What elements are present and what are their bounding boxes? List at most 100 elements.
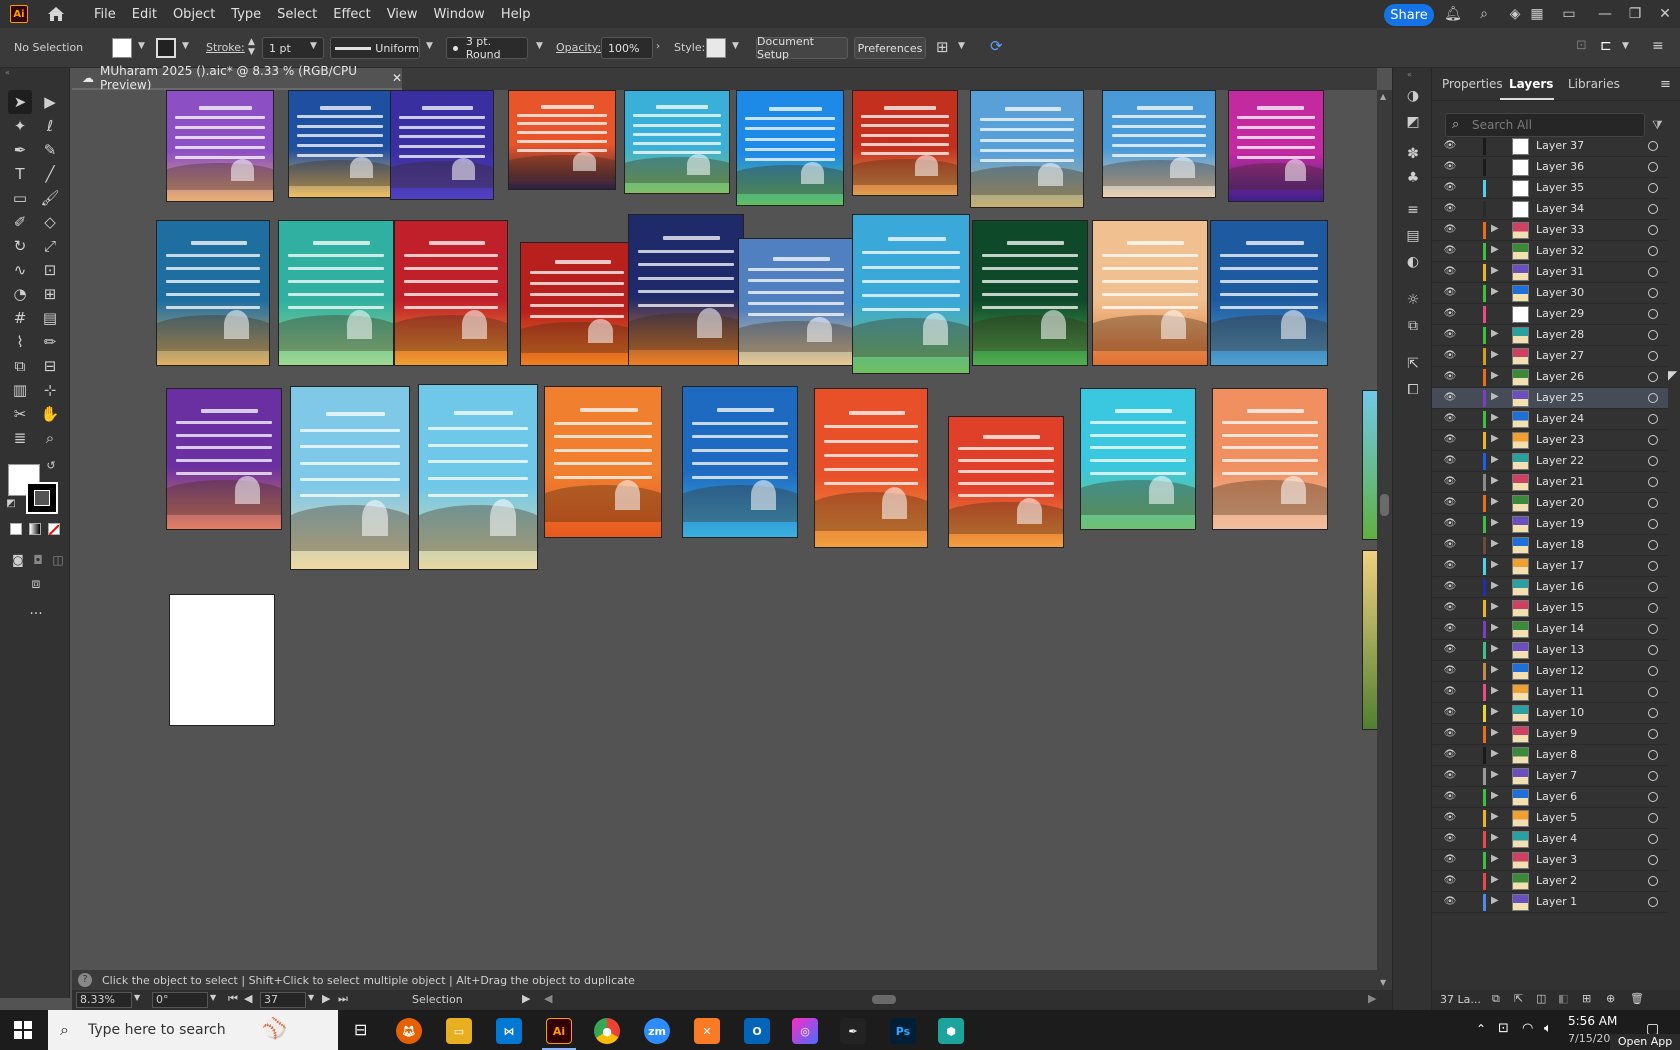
layer-target-icon[interactable] <box>1648 225 1658 235</box>
stepper-icon[interactable]: ▲ ▼ <box>248 37 255 57</box>
visibility-eye-icon[interactable]: 👁︎ <box>1443 580 1457 594</box>
artboard-thumbnail[interactable] <box>520 242 634 366</box>
layer-name[interactable]: Layer 26 <box>1536 370 1584 383</box>
layer-row[interactable]: 👁︎ ▶ Layer 10 <box>1432 703 1668 724</box>
layer-name[interactable]: Layer 1 <box>1536 895 1577 908</box>
layer-row[interactable]: 👁︎ Layer 34 <box>1432 199 1668 220</box>
visibility-eye-icon[interactable]: 👁︎ <box>1443 244 1457 258</box>
transparency-icon[interactable]: ◐ <box>1403 252 1423 272</box>
wifi-icon[interactable]: ◠ <box>1522 1021 1533 1036</box>
menu-help[interactable]: Help <box>493 7 539 22</box>
vscode-icon[interactable]: ⋈ <box>496 1018 522 1044</box>
shaper-tool-icon[interactable]: ✐ <box>8 210 32 234</box>
maximize-icon[interactable]: ❐ <box>1626 5 1644 23</box>
zoom-app-icon[interactable]: zm <box>644 1018 670 1044</box>
xampp-icon[interactable]: ✕ <box>694 1018 720 1044</box>
layer-name[interactable]: Layer 19 <box>1536 517 1584 530</box>
gradient-mode-icon[interactable] <box>29 523 41 535</box>
stroke-icon[interactable]: ≡ <box>1403 200 1423 220</box>
visibility-eye-icon[interactable]: 👁︎ <box>1443 874 1457 888</box>
layer-name[interactable]: Layer 3 <box>1536 853 1577 866</box>
app-hex-icon[interactable]: ⬢ <box>938 1018 964 1044</box>
gradient-icon[interactable]: ▤ <box>1403 226 1423 246</box>
layer-name[interactable]: Layer 28 <box>1536 328 1584 341</box>
layer-target-icon[interactable] <box>1648 183 1658 193</box>
free-transform-tool-icon[interactable]: ⊡ <box>38 258 62 282</box>
color-mode-icon[interactable] <box>10 523 22 535</box>
expand-layer-icon[interactable]: ▶ <box>1491 580 1499 591</box>
menu-file[interactable]: File <box>86 7 124 22</box>
expand-layer-icon[interactable]: ▶ <box>1491 727 1499 738</box>
layer-name[interactable]: Layer 6 <box>1536 790 1577 803</box>
layer-target-icon[interactable] <box>1648 876 1658 886</box>
layer-name[interactable]: Layer 18 <box>1536 538 1584 551</box>
chevron-down-icon[interactable]: ▼ <box>182 41 189 51</box>
windows-start-icon[interactable] <box>14 1021 32 1042</box>
opacity-label[interactable]: Opacity: <box>556 41 601 54</box>
artboard-thumbnail[interactable] <box>970 90 1084 208</box>
expand-layer-icon[interactable]: ▶ <box>1491 664 1499 675</box>
visibility-eye-icon[interactable]: 👁︎ <box>1443 412 1457 426</box>
rotate-tool-icon[interactable]: ↻ <box>8 234 32 258</box>
color-icon[interactable]: ◑ <box>1403 86 1423 106</box>
layer-target-icon[interactable] <box>1648 141 1658 151</box>
artboard-thumbnail[interactable] <box>390 90 494 200</box>
artboard-thumbnail[interactable] <box>418 384 538 570</box>
appearance-icon[interactable]: ☼ <box>1403 290 1423 310</box>
new-layer-icon[interactable]: ⊕ <box>1606 992 1615 1005</box>
pen-tool-icon[interactable]: ✒ <box>8 138 32 162</box>
expand-layer-icon[interactable]: ▶ <box>1491 643 1499 654</box>
vertical-scrollbar[interactable]: ▲ ▼ <box>1377 90 1392 990</box>
layer-row[interactable]: 👁︎ ▶ Layer 19 <box>1432 514 1668 535</box>
stroke-profile-select[interactable]: Uniform <box>330 37 420 59</box>
layer-row[interactable]: 👁︎ Layer 36 <box>1432 157 1668 178</box>
canvas[interactable] <box>72 90 1377 970</box>
layer-name[interactable]: Layer 31 <box>1536 265 1584 278</box>
menu-window[interactable]: Window <box>426 7 493 22</box>
chevron-down-icon[interactable]: ▼ <box>1622 41 1629 51</box>
layer-name[interactable]: Layer 12 <box>1536 664 1584 677</box>
chevron-down-icon[interactable]: ▼ <box>308 993 314 1002</box>
line-tool-icon[interactable]: ╱ <box>38 162 62 186</box>
chevron-down-icon[interactable]: ▼ <box>310 41 317 51</box>
visibility-eye-icon[interactable]: 👁︎ <box>1443 349 1457 363</box>
visibility-eye-icon[interactable]: 👁︎ <box>1443 748 1457 762</box>
layer-row[interactable]: 👁︎ ▶ Layer 9 <box>1432 724 1668 745</box>
rectangle-tool-icon[interactable]: ▭ <box>8 186 32 210</box>
layer-name[interactable]: Layer 21 <box>1536 475 1584 488</box>
artboard-thumbnail[interactable] <box>288 90 392 198</box>
previous-artboard-icon[interactable]: ◀ <box>244 992 252 1005</box>
layer-target-icon[interactable] <box>1648 582 1658 592</box>
layer-row[interactable]: 👁︎ ▶ Layer 7 <box>1432 766 1668 787</box>
bell-icon[interactable]: 🔔︎ <box>1444 5 1462 23</box>
eraser-tool-icon[interactable]: ◇ <box>38 210 62 234</box>
draw-inside-icon[interactable]: ◫ <box>46 548 70 572</box>
visibility-eye-icon[interactable]: 👁︎ <box>1443 685 1457 699</box>
expand-layer-icon[interactable]: ▶ <box>1491 748 1499 759</box>
layer-name[interactable]: Layer 35 <box>1536 181 1584 194</box>
layer-row[interactable]: 👁︎ ▶ Layer 12 <box>1432 661 1668 682</box>
visibility-eye-icon[interactable]: 👁︎ <box>1443 769 1457 783</box>
fill-swatch[interactable] <box>112 38 132 58</box>
layer-target-icon[interactable] <box>1648 267 1658 277</box>
export-layer-icon[interactable]: ⧉ <box>1492 992 1500 1006</box>
layer-target-icon[interactable] <box>1648 435 1658 445</box>
visibility-eye-icon[interactable]: 👁︎ <box>1443 307 1457 321</box>
visibility-eye-icon[interactable]: 👁︎ <box>1443 832 1457 846</box>
layer-target-icon[interactable] <box>1648 246 1658 256</box>
artboard-thumbnail[interactable] <box>624 90 730 194</box>
layer-row[interactable]: 👁︎ ▶ Layer 2 <box>1432 871 1668 892</box>
visibility-eye-icon[interactable]: 👁︎ <box>1443 706 1457 720</box>
layer-target-icon[interactable] <box>1648 645 1658 655</box>
layer-name[interactable]: Layer 20 <box>1536 496 1584 509</box>
visibility-eye-icon[interactable]: 👁︎ <box>1443 601 1457 615</box>
layer-target-icon[interactable] <box>1648 519 1658 529</box>
visibility-eye-icon[interactable]: 👁︎ <box>1443 370 1457 384</box>
layer-name[interactable]: Layer 7 <box>1536 769 1577 782</box>
expand-layer-icon[interactable]: ▶ <box>1491 475 1499 486</box>
screen-mode-icon[interactable]: ⧈ <box>24 572 48 596</box>
type-tool-icon[interactable]: T <box>8 162 32 186</box>
panel-grip[interactable]: « <box>5 68 65 77</box>
layer-row[interactable]: 👁︎ ▶ Layer 26 <box>1432 367 1668 388</box>
chevron-down-icon[interactable]: ▼ <box>210 993 216 1002</box>
